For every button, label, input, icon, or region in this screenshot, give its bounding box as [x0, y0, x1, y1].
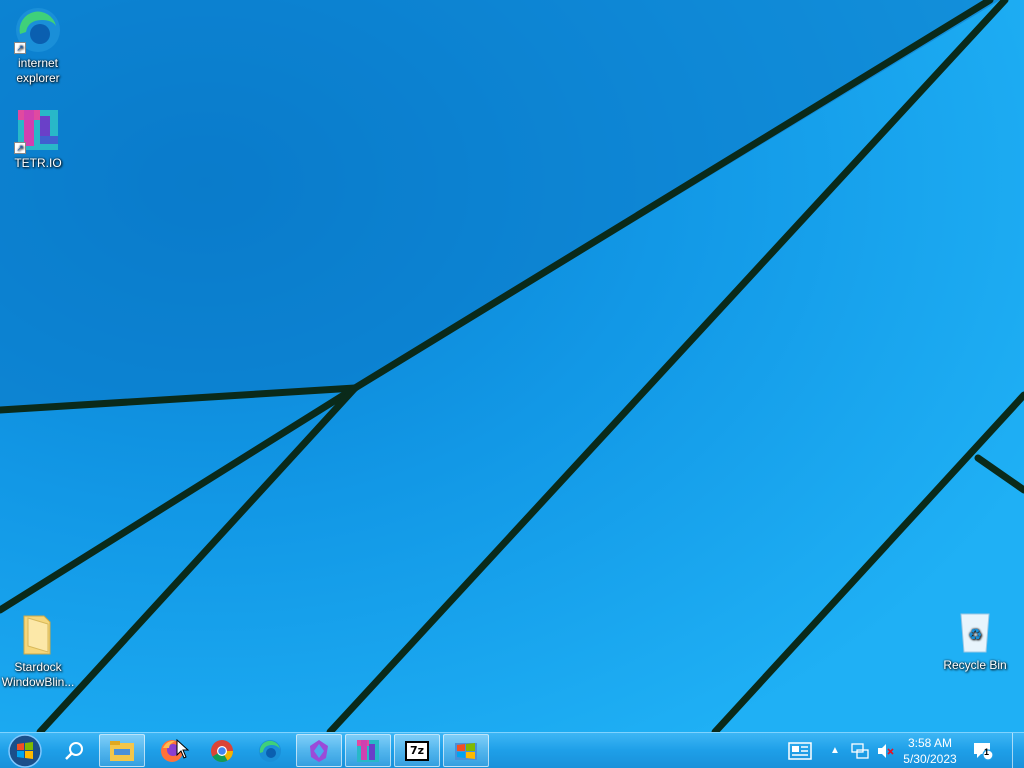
taskbar-app-purple[interactable]: [296, 734, 342, 767]
recycle-bin[interactable]: ♻ Recycle Bin: [937, 608, 1013, 673]
edge-icon: [259, 739, 281, 762]
start-button[interactable]: [2, 733, 48, 768]
svg-text:♻: ♻: [968, 625, 982, 644]
desktop-icon-label: Recycle Bin: [943, 658, 1007, 672]
tetrio-shortcut[interactable]: ↗ TETR.IO: [0, 106, 76, 171]
desktop-wallpaper: [0, 0, 1024, 732]
desktop-icon-label: internet explorer: [16, 56, 60, 85]
taskbar-7zip[interactable]: 7z: [394, 734, 440, 767]
volume-button[interactable]: [874, 733, 896, 768]
7zip-icon: 7z: [405, 740, 429, 761]
purple-app-icon: [310, 739, 328, 762]
tetrio-icon: ↗: [14, 106, 62, 154]
network-status-button[interactable]: [848, 733, 872, 768]
desktop-icon-label: TETR.IO: [14, 156, 62, 170]
windows-start-icon: [8, 733, 42, 768]
network-icon: [851, 742, 869, 759]
chrome-icon: [211, 739, 233, 762]
taskbar-tetrio[interactable]: [345, 734, 391, 767]
edge-icon: ↗: [14, 6, 62, 54]
notification-icon: [974, 742, 994, 761]
internet-explorer-shortcut[interactable]: ↗ internet explorer: [0, 6, 76, 86]
desktop-icon-label: Stardock WindowBlin...: [1, 660, 75, 689]
action-center-button[interactable]: 1: [968, 733, 998, 768]
folder-icon: [110, 740, 134, 761]
taskbar-windows-explorer[interactable]: [443, 734, 489, 767]
taskbar-clock[interactable]: 3:58 AM 5/30/2023: [896, 735, 964, 767]
volume-muted-icon: [878, 743, 894, 758]
news-icon: [788, 741, 812, 760]
7zip-icon-label: 7z: [409, 744, 425, 757]
windows-icon: [455, 742, 477, 760]
show-desktop-button[interactable]: [1012, 733, 1024, 768]
clock-date: 5/30/2023: [903, 752, 957, 766]
notification-count-badge: 1: [984, 747, 990, 757]
taskbar-edge[interactable]: [247, 734, 293, 767]
search-icon: [65, 741, 83, 760]
mouse-cursor-icon: [176, 739, 190, 759]
taskbar: 7z ▲ 3:58 AM 5/30/2023 1: [0, 732, 1024, 768]
tetrio-icon: [357, 739, 379, 762]
stardock-windowblinds-folder[interactable]: Stardock WindowBlin...: [0, 610, 76, 690]
folder-icon: [14, 610, 62, 658]
shortcut-arrow-icon: ↗: [14, 142, 26, 154]
taskbar-chrome[interactable]: [199, 734, 245, 767]
shortcut-arrow-icon: ↗: [14, 42, 26, 54]
chevron-up-icon: ▲: [830, 745, 840, 756]
show-hidden-icons-button[interactable]: ▲: [826, 733, 844, 768]
clock-time: 3:58 AM: [907, 736, 953, 750]
recycle-bin-icon: ♻: [951, 608, 999, 656]
news-widget-button[interactable]: [780, 733, 820, 768]
taskbar-file-explorer[interactable]: [99, 734, 145, 767]
search-button[interactable]: [52, 734, 96, 767]
